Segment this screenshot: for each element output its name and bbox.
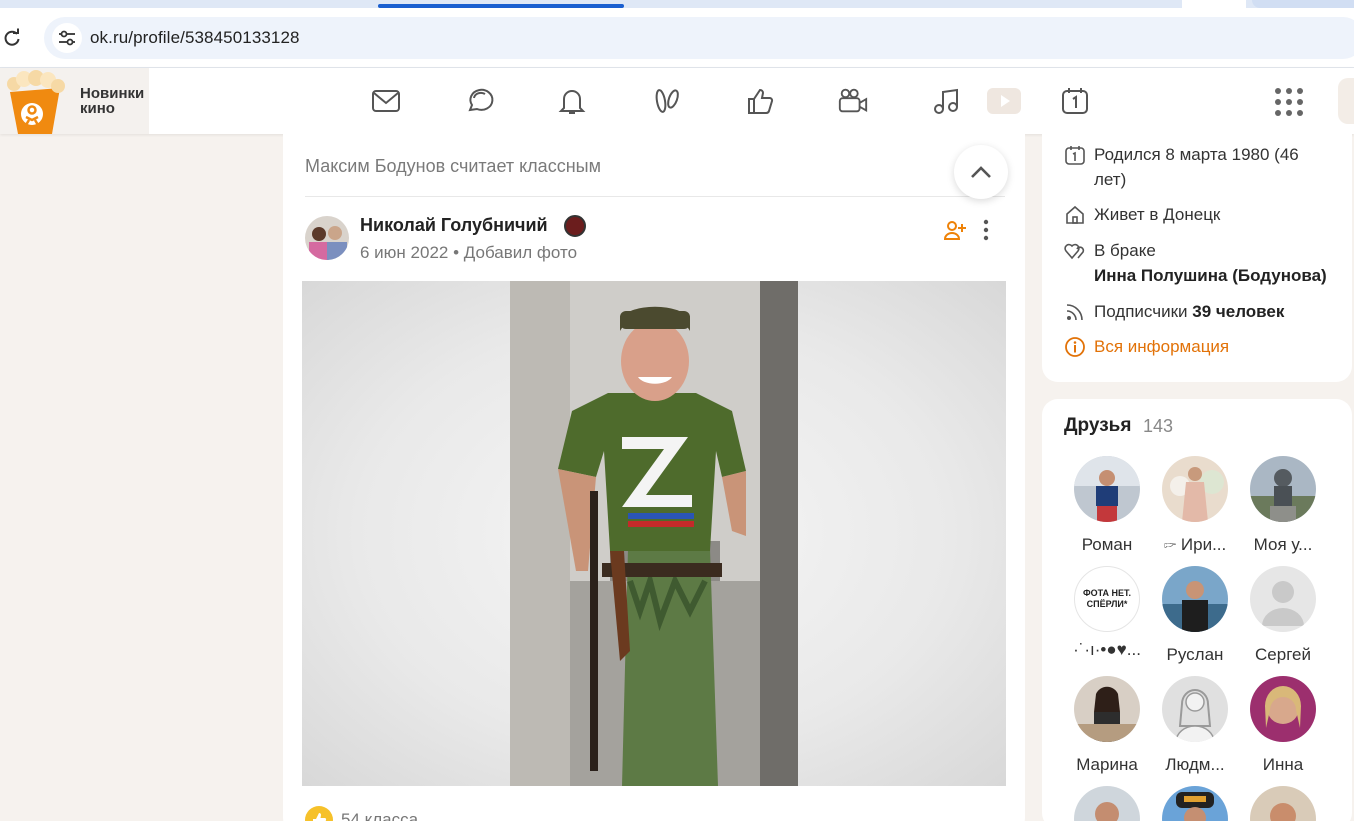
site-settings-icon[interactable] — [52, 23, 82, 53]
subscribers-label: Подписчики — [1094, 302, 1188, 321]
notifications-icon[interactable] — [556, 85, 588, 117]
marital-row: В браке Инна Полушина (Бодунова) — [1064, 238, 1327, 288]
messages-icon[interactable] — [370, 85, 402, 117]
friend-name[interactable]: ·˙·ı·•●♥... — [1067, 640, 1147, 660]
friend-name[interactable]: Моя у... — [1243, 535, 1323, 555]
apps-grid-icon[interactable] — [1272, 85, 1306, 119]
friend-avatar[interactable] — [1250, 786, 1316, 821]
friend-avatar[interactable] — [1162, 786, 1228, 821]
url-text[interactable]: ok.ru/profile/538450133128 — [90, 28, 300, 48]
avatar-caption: ФОТА НЕТ. СПЁРЛИ* — [1082, 588, 1132, 609]
feed-post: Максим Бодунов считает классным Николай … — [283, 134, 1025, 821]
info-icon — [1065, 337, 1085, 357]
friend-item[interactable]: 🖙 Ири... — [1155, 456, 1235, 555]
url-field[interactable]: ok.ru/profile/538450133128 — [44, 17, 1354, 59]
author-name[interactable]: Николай Голубничий — [360, 215, 548, 236]
user-menu-button[interactable] — [1338, 78, 1354, 124]
browser-tab[interactable] — [1182, 0, 1246, 8]
profile-info-card: Родился 8 марта 1980 (46 лет) Живет в До… — [1042, 134, 1352, 382]
subscribers-count[interactable]: 39 человек — [1192, 302, 1284, 321]
friend-name[interactable]: Людм... — [1155, 755, 1235, 775]
discussions-icon[interactable] — [464, 85, 496, 117]
friends-title[interactable]: Друзья — [1064, 415, 1131, 437]
post-action: Добавил фото — [463, 243, 578, 262]
video-icon[interactable] — [986, 85, 1022, 117]
friends-count[interactable]: 143 — [1143, 416, 1173, 437]
music-icon[interactable] — [930, 85, 962, 117]
friend-avatar[interactable] — [1250, 456, 1316, 522]
subscribers-row[interactable]: Подписчики 39 человек — [1064, 299, 1284, 324]
guests-icon[interactable] — [651, 85, 683, 117]
friend-item[interactable] — [1155, 786, 1235, 821]
friend-item[interactable] — [1243, 786, 1323, 821]
like-icon[interactable] — [305, 806, 333, 821]
friend-name[interactable]: 🖙 Ири... — [1155, 535, 1235, 555]
friend-avatar[interactable] — [1074, 676, 1140, 742]
author-avatar[interactable] — [305, 216, 349, 260]
photo-image[interactable] — [510, 281, 798, 786]
meta-separator: • — [453, 243, 460, 262]
calendar-icon[interactable] — [1059, 85, 1091, 117]
post-photo[interactable] — [302, 281, 1006, 786]
friend-avatar[interactable] — [1074, 786, 1140, 821]
friend-name[interactable]: Инна — [1243, 755, 1323, 775]
friend-item[interactable]: Инна — [1243, 676, 1323, 775]
friend-item[interactable]: ФОТА НЕТ. СПЁРЛИ* ·˙·ı·•●♥... — [1067, 566, 1147, 660]
rss-icon — [1066, 304, 1083, 321]
friend-avatar[interactable] — [1074, 456, 1140, 522]
promo-text[interactable]: Новинки кино — [80, 86, 150, 116]
friend-name[interactable]: Роман — [1067, 535, 1147, 555]
friend-name[interactable]: Руслан — [1155, 645, 1235, 665]
friends-card: Друзья 143 Роман 🖙 Ири... Моя у... ФОТА … — [1042, 399, 1352, 821]
friend-avatar[interactable]: ФОТА НЕТ. СПЁРЛИ* — [1074, 566, 1140, 632]
add-friend-icon[interactable] — [943, 218, 967, 242]
friend-item[interactable]: Руслан — [1155, 566, 1235, 665]
friend-name[interactable]: Сергей — [1243, 645, 1323, 665]
browser-tab[interactable] — [1252, 0, 1354, 8]
likes-count[interactable]: 54 класса — [341, 810, 418, 821]
friend-avatar[interactable] — [1250, 676, 1316, 742]
badge-icon — [564, 215, 586, 237]
all-info-link[interactable]: Вся информация — [1094, 334, 1229, 359]
calendar-icon — [1065, 146, 1085, 165]
friend-item[interactable]: Марина — [1067, 676, 1147, 775]
location-text: Живет в Донецк — [1094, 205, 1221, 224]
friend-item[interactable] — [1067, 786, 1147, 821]
likes-row[interactable]: 54 класса — [305, 806, 418, 821]
friend-name[interactable]: Марина — [1067, 755, 1147, 775]
friend-item[interactable]: Людм... — [1155, 676, 1235, 775]
divider — [305, 196, 1005, 197]
friend-item[interactable]: Моя у... — [1243, 456, 1323, 555]
hearts-icon — [1064, 243, 1085, 260]
scroll-to-top-button[interactable] — [954, 145, 1008, 199]
spouse-name[interactable]: Инна Полушина (Бодунова) — [1094, 266, 1327, 285]
chevron-up-icon — [971, 166, 991, 178]
birthday-row: Родился 8 марта 1980 (46 лет) — [1064, 142, 1334, 192]
friend-avatar[interactable] — [1162, 676, 1228, 743]
birthday-text: Родился 8 марта 1980 (46 лет) — [1094, 145, 1299, 189]
reload-icon[interactable] — [2, 28, 22, 48]
address-bar: ok.ru/profile/538450133128 — [0, 8, 1354, 68]
more-options-icon[interactable] — [979, 218, 993, 242]
friend-avatar[interactable] — [1162, 566, 1228, 632]
post-meta: 6 июн 2022 • Добавил фото — [360, 243, 577, 263]
friend-item[interactable]: Роман — [1067, 456, 1147, 555]
videocalls-icon[interactable] — [837, 85, 869, 117]
tab-strip — [0, 0, 1354, 8]
all-info-row[interactable]: Вся информация — [1064, 334, 1229, 359]
likes-icon[interactable] — [744, 85, 776, 117]
popcorn-logo-icon — [7, 70, 65, 134]
location-row: Живет в Донецк — [1064, 202, 1220, 227]
home-icon — [1066, 205, 1084, 224]
friend-item[interactable]: Сергей — [1243, 566, 1323, 665]
promo-banner[interactable]: Новинки кино — [0, 68, 149, 134]
friend-avatar[interactable] — [1250, 566, 1316, 632]
post-date[interactable]: 6 июн 2022 — [360, 243, 448, 262]
liked-by-text: Максим Бодунов считает классным — [305, 156, 601, 176]
site-header: Новинки кино — [0, 68, 1354, 134]
friend-avatar[interactable] — [1162, 456, 1228, 522]
marital-status: В браке — [1094, 241, 1156, 260]
